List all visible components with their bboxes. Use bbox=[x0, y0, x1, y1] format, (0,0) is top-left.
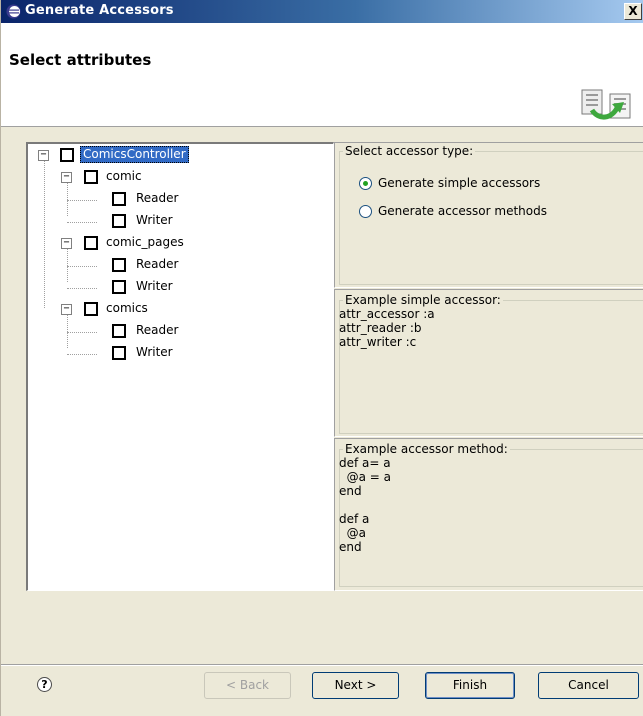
button-bar-separator bbox=[1, 664, 643, 666]
tree-checkbox[interactable] bbox=[112, 192, 126, 206]
tree-checkbox[interactable] bbox=[112, 258, 126, 272]
eclipse-icon bbox=[6, 4, 21, 19]
title-bar[interactable]: Generate Accessors X bbox=[1, 0, 643, 23]
generate-accessors-wizard-icon bbox=[581, 89, 631, 120]
collapse-icon[interactable]: − bbox=[38, 150, 49, 161]
accessor-type-group bbox=[339, 151, 643, 285]
tree-node-label: Reader bbox=[136, 323, 179, 337]
help-icon[interactable]: ? bbox=[37, 677, 52, 692]
attribute-tree[interactable]: − ComicsController − comic Reader Writer… bbox=[26, 142, 334, 591]
close-button[interactable]: X bbox=[624, 3, 642, 20]
example-method-legend: Example accessor method: bbox=[343, 442, 510, 456]
radio-label: Generate simple accessors bbox=[378, 176, 541, 190]
tree-connector bbox=[67, 354, 97, 355]
radio-button[interactable] bbox=[359, 177, 372, 190]
tree-node-label: ComicsController bbox=[80, 146, 189, 163]
tree-connector bbox=[67, 288, 97, 289]
tree-checkbox[interactable] bbox=[84, 170, 98, 184]
radio-button[interactable] bbox=[359, 205, 372, 218]
tree-connector bbox=[67, 200, 97, 201]
tree-checkbox[interactable] bbox=[84, 302, 98, 316]
tree-node-label: comic_pages bbox=[106, 235, 184, 249]
example-simple-legend: Example simple accessor: bbox=[343, 293, 503, 307]
collapse-icon[interactable]: − bbox=[61, 238, 72, 249]
generate-accessors-dialog: Generate Accessors X Select attributes −… bbox=[0, 0, 643, 716]
collapse-icon[interactable]: − bbox=[61, 304, 72, 315]
tree-connector bbox=[67, 222, 97, 223]
example-accessor-method-panel: Example accessor method: def a= a @a = a… bbox=[334, 438, 643, 591]
tree-connector bbox=[67, 314, 68, 348]
tree-node-label: Writer bbox=[136, 213, 173, 227]
tree-node-label: comic bbox=[106, 169, 142, 183]
tree-checkbox[interactable] bbox=[112, 324, 126, 338]
tree-checkbox[interactable] bbox=[112, 346, 126, 360]
tree-checkbox[interactable] bbox=[112, 280, 126, 294]
tree-checkbox[interactable] bbox=[112, 214, 126, 228]
tree-connector bbox=[44, 158, 45, 308]
tree-connector bbox=[67, 182, 68, 216]
tree-node-label: Writer bbox=[136, 279, 173, 293]
tree-checkbox[interactable] bbox=[84, 236, 98, 250]
example-simple-code: attr_accessor :a attr_reader :b attr_wri… bbox=[339, 307, 435, 349]
tree-connector bbox=[67, 332, 97, 333]
tree-connector bbox=[67, 266, 97, 267]
header-banner: Select attributes bbox=[1, 23, 643, 127]
tree-node-label: Writer bbox=[136, 345, 173, 359]
tree-node-label: Reader bbox=[136, 257, 179, 271]
back-button[interactable]: < Back bbox=[204, 672, 291, 699]
tree-checkbox[interactable] bbox=[60, 148, 74, 162]
next-button[interactable]: Next > bbox=[312, 672, 399, 699]
example-method-code: def a= a @a = a end def a @a end bbox=[339, 456, 392, 554]
example-simple-accessor-panel: Example simple accessor: attr_accessor :… bbox=[334, 289, 643, 437]
tree-node-label: comics bbox=[106, 301, 148, 315]
finish-button[interactable]: Finish bbox=[425, 672, 515, 699]
tree-connector bbox=[67, 248, 68, 282]
radio-label: Generate accessor methods bbox=[378, 204, 547, 218]
tree-node-label: Reader bbox=[136, 191, 179, 205]
collapse-icon[interactable]: − bbox=[61, 172, 72, 183]
window-title: Generate Accessors bbox=[25, 3, 174, 18]
accessor-type-legend: Select accessor type: bbox=[343, 144, 476, 158]
page-title: Select attributes bbox=[9, 51, 152, 69]
cancel-button[interactable]: Cancel bbox=[538, 672, 639, 699]
accessor-type-panel: Select accessor type: Generate simple ac… bbox=[334, 142, 643, 288]
